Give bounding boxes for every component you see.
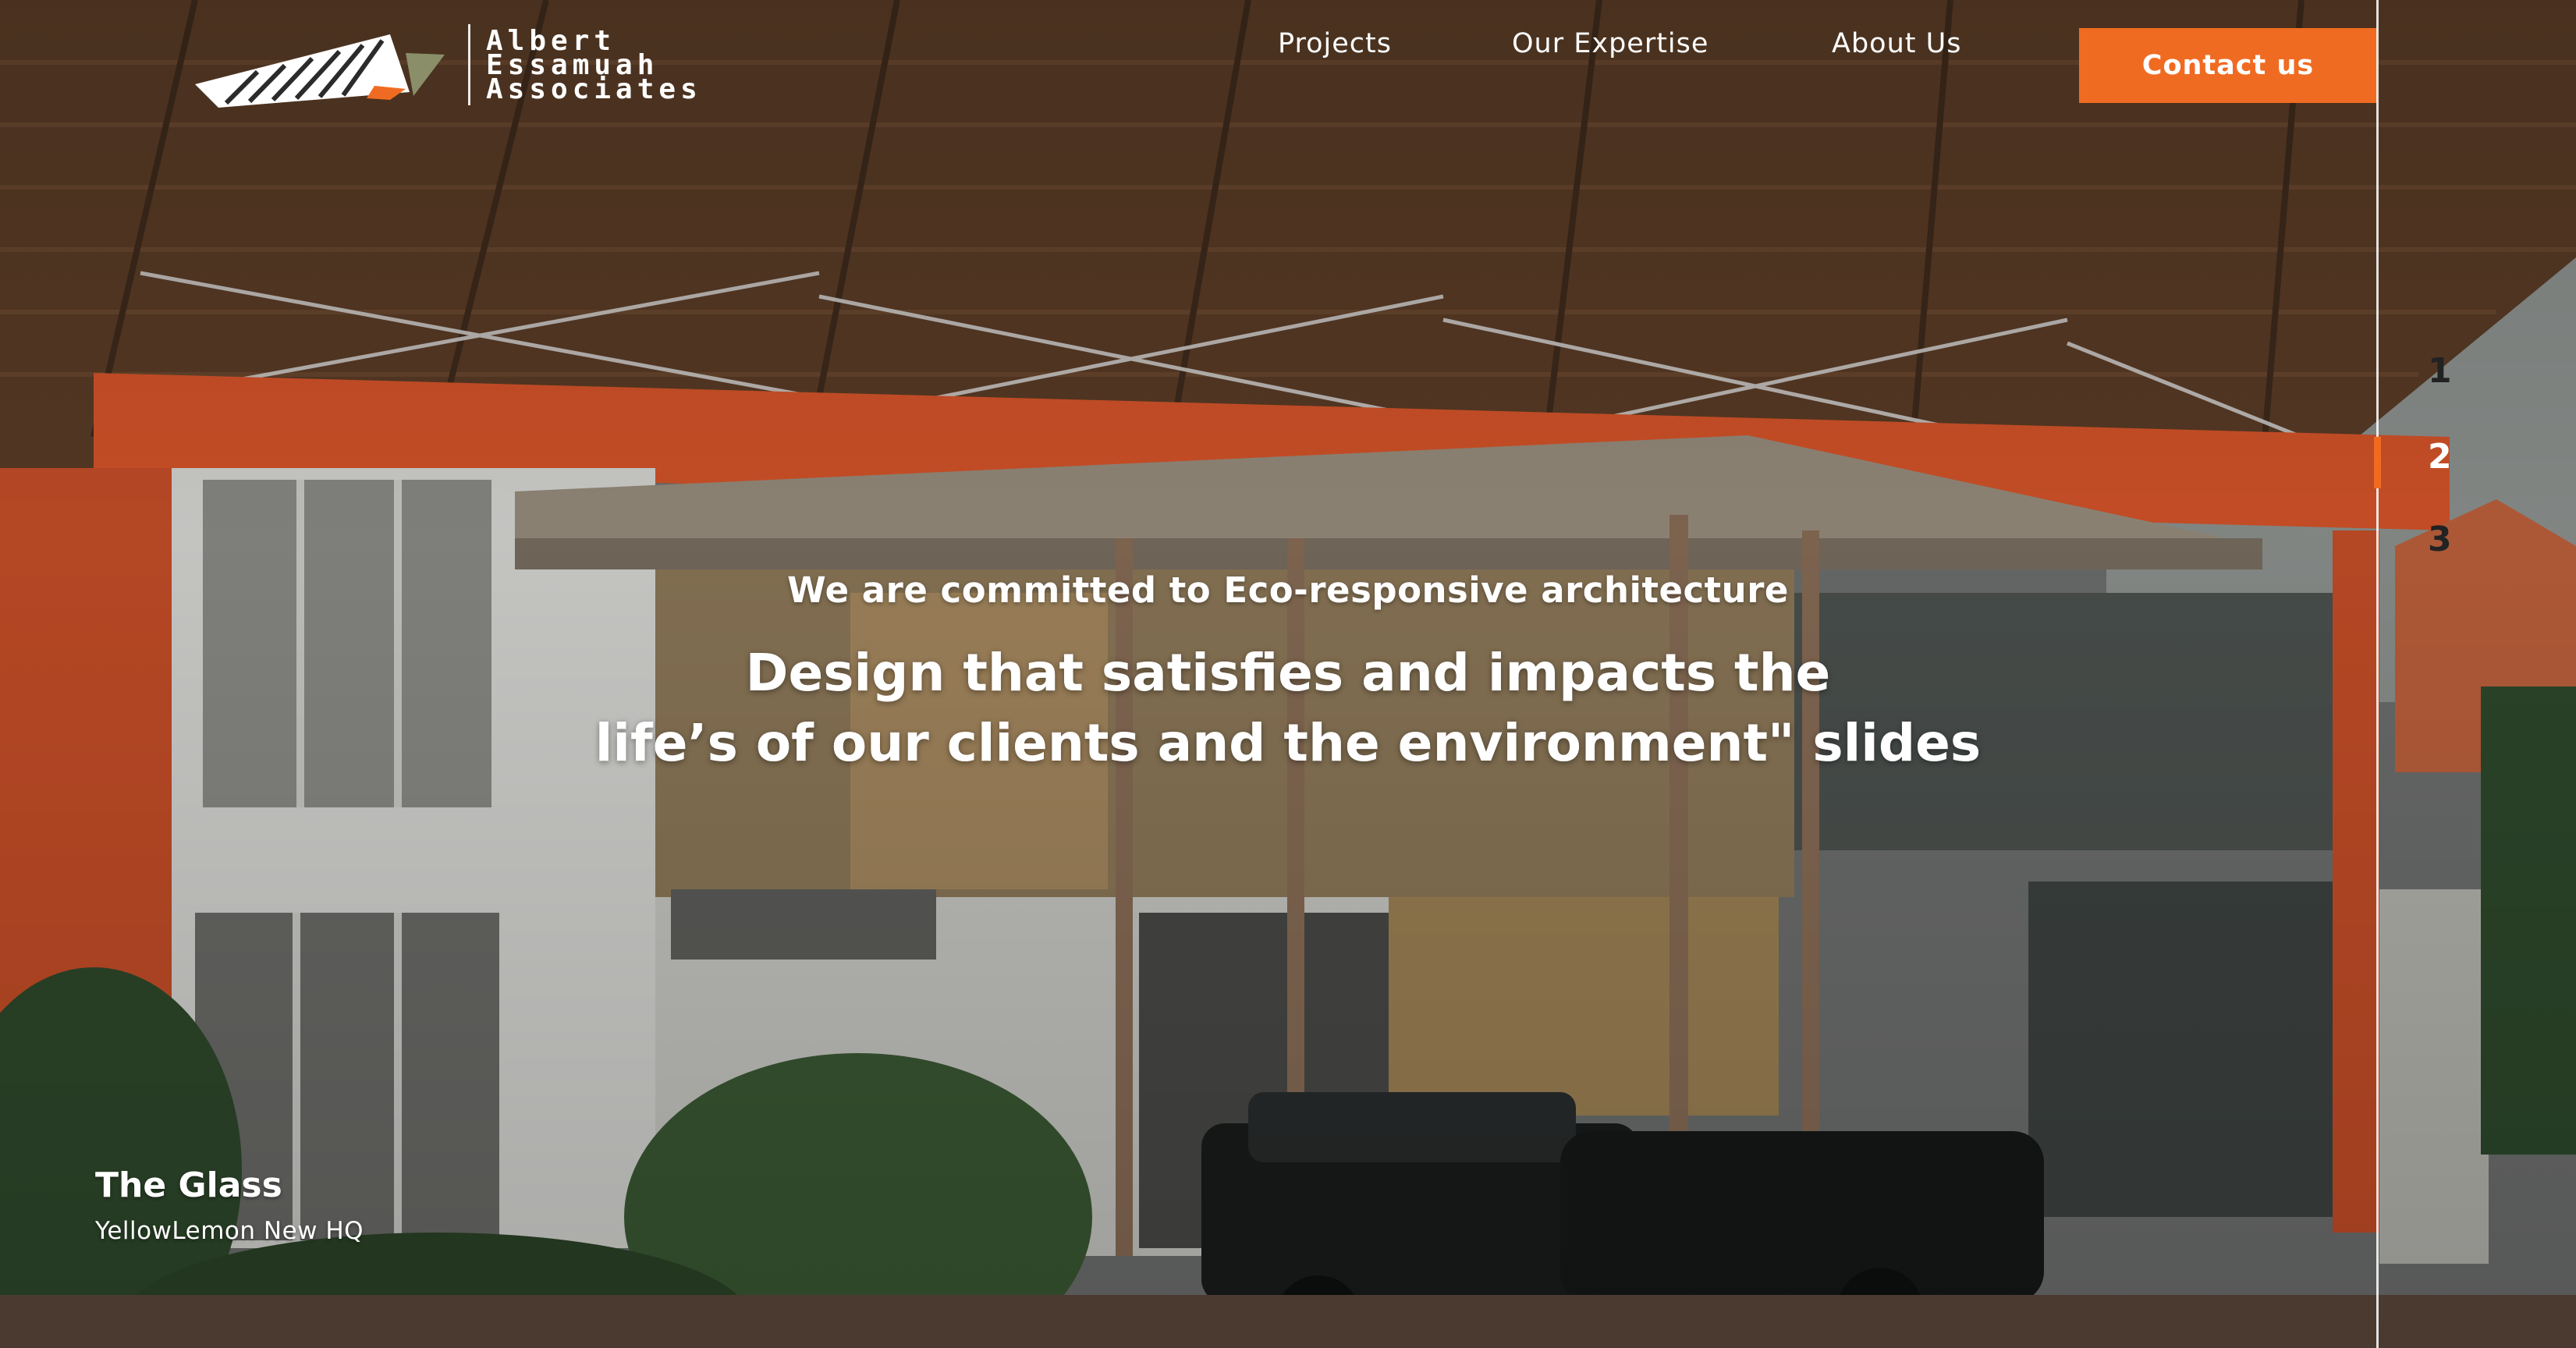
hero-headline: Design that satisfies and impacts the li… bbox=[546, 638, 2030, 779]
contact-us-button[interactable]: Contact us bbox=[2079, 28, 2377, 103]
hero-headline-line-1: Design that satisfies and impacts the bbox=[745, 643, 1831, 703]
slide-3-button[interactable]: 3 bbox=[2428, 520, 2452, 559]
brand-logo[interactable]: Albert Essamuah Associates bbox=[195, 22, 702, 108]
logo-divider bbox=[468, 24, 470, 105]
slider-rail bbox=[2376, 0, 2379, 1348]
roof-logo-icon bbox=[195, 34, 445, 108]
brand-name-line-3: Associates bbox=[486, 73, 702, 105]
project-title: The Glass bbox=[95, 1165, 282, 1205]
hero-headline-line-2: life’s of our clients and the environmen… bbox=[594, 713, 1982, 773]
slide-1-button[interactable]: 1 bbox=[2428, 351, 2452, 391]
project-subtitle: YellowLemon New HQ bbox=[95, 1217, 364, 1245]
nav-projects-link[interactable]: Projects bbox=[1278, 28, 1392, 59]
slide-2-button[interactable]: 2 bbox=[2428, 437, 2452, 477]
brand-name: Albert Essamuah Associates bbox=[486, 27, 702, 105]
nav-our-expertise-link[interactable]: Our Expertise bbox=[1512, 28, 1708, 59]
slider-active-indicator bbox=[2374, 437, 2381, 488]
nav-about-us-link[interactable]: About Us bbox=[1832, 28, 1961, 59]
hero-eyebrow: We are committed to Eco-responsive archi… bbox=[787, 569, 1789, 611]
